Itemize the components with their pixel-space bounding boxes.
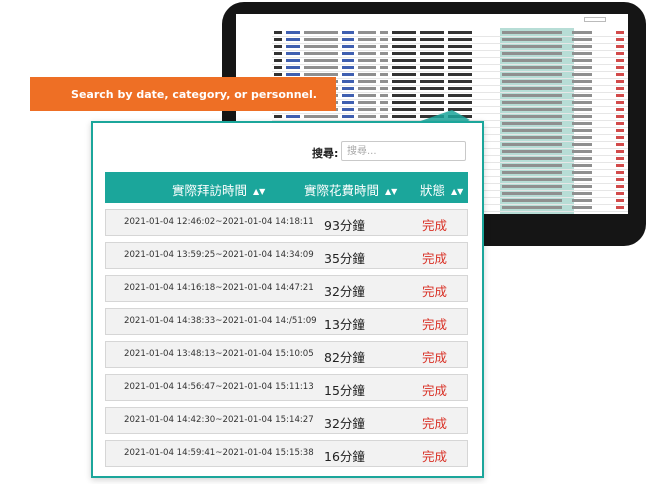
time-spent-cell: 15分鐘 xyxy=(324,383,365,398)
visit-time-cell: 2021-01-04 12:46:02~2021-01-04 14:18:11 xyxy=(124,217,314,227)
table-row[interactable]: 2021-01-04 14:16:18~2021-01-04 14:47:21 … xyxy=(105,275,468,302)
table-row[interactable]: 2021-01-04 12:46:02~2021-01-04 14:18:11 … xyxy=(105,209,468,236)
table-row[interactable]: 2021-01-04 13:59:25~2021-01-04 14:34:09 … xyxy=(105,242,468,269)
banner-text: Search by date, category, or personnel. xyxy=(71,87,317,101)
status-cell: 完成 xyxy=(422,317,448,332)
time-spent-cell: 93分鐘 xyxy=(324,218,365,233)
time-spent-cell: 32分鐘 xyxy=(324,416,365,431)
table-row[interactable]: 2021-01-04 14:42:30~2021-01-04 15:14:27 … xyxy=(105,407,468,434)
time-spent-cell: 35分鐘 xyxy=(324,251,365,266)
visit-time-cell: 2021-01-04 14:16:18~2021-01-04 14:47:21 xyxy=(124,283,314,293)
table-row[interactable]: 2021-01-04 14:38:33~2021-01-04 14:/51:09… xyxy=(105,308,468,335)
thumbnail-row xyxy=(272,44,628,51)
thumbnail-row xyxy=(272,58,628,65)
table-row[interactable]: 2021-01-04 13:48:13~2021-01-04 15:10:05 … xyxy=(105,341,468,368)
visit-time-cell: 2021-01-04 14:59:41~2021-01-04 15:15:38 xyxy=(124,448,314,458)
thumbnail-row xyxy=(272,37,628,44)
visit-time-cell: 2021-01-04 13:59:25~2021-01-04 14:34:09 xyxy=(124,250,314,260)
thumbnail-row xyxy=(272,51,628,58)
time-spent-cell: 32分鐘 xyxy=(324,284,365,299)
status-cell: 完成 xyxy=(422,284,448,299)
status-cell: 完成 xyxy=(422,416,448,431)
thumbnail-topbar xyxy=(236,14,628,26)
visit-time-cell: 2021-01-04 14:38:33~2021-01-04 14:/51:09 xyxy=(124,316,317,326)
sort-updown-icon: ▲▼ xyxy=(385,187,398,196)
status-cell: 完成 xyxy=(422,383,448,398)
zoomed-table-panel: 搜尋: 實際拜訪時間▲▼ 實際花費時間▲▼ 狀態▲▼ 2021-01-04 12… xyxy=(91,121,484,478)
column-header-status[interactable]: 狀態 ▲▼ xyxy=(420,180,463,199)
feature-banner: Search by date, category, or personnel. xyxy=(30,77,336,111)
search-bar: 搜尋: xyxy=(93,141,482,163)
thumbnail-row xyxy=(272,65,628,72)
visit-time-cell: 2021-01-04 13:48:13~2021-01-04 15:10:05 xyxy=(124,349,314,359)
search-input[interactable] xyxy=(341,141,466,161)
table-row[interactable]: 2021-01-04 14:59:41~2021-01-04 15:15:38 … xyxy=(105,440,468,467)
status-cell: 完成 xyxy=(422,218,448,233)
thumbnail-row xyxy=(272,114,628,121)
column-header-visit-time[interactable]: 實際拜訪時間 ▲▼ xyxy=(172,180,265,199)
time-spent-cell: 16分鐘 xyxy=(324,449,365,464)
status-cell: 完成 xyxy=(422,350,448,365)
table-header: 實際拜訪時間 ▲▼ 實際花費時間 ▲▼ 狀態 ▲▼ xyxy=(105,172,468,203)
time-spent-cell: 13分鐘 xyxy=(324,317,365,332)
sort-updown-icon: ▲▼ xyxy=(451,187,464,196)
visit-time-cell: 2021-01-04 14:42:30~2021-01-04 15:14:27 xyxy=(124,415,314,425)
status-cell: 完成 xyxy=(422,449,448,464)
thumbnail-search-box xyxy=(584,17,606,22)
thumbnail-row xyxy=(272,30,628,37)
sort-updown-icon: ▲▼ xyxy=(253,187,266,196)
table-row[interactable]: 2021-01-04 14:56:47~2021-01-04 15:11:13 … xyxy=(105,374,468,401)
status-cell: 完成 xyxy=(422,251,448,266)
visit-time-cell: 2021-01-04 14:56:47~2021-01-04 15:11:13 xyxy=(124,382,314,392)
search-label: 搜尋: xyxy=(312,147,339,160)
time-spent-cell: 82分鐘 xyxy=(324,350,365,365)
column-header-time-spent[interactable]: 實際花費時間 ▲▼ xyxy=(304,180,397,199)
